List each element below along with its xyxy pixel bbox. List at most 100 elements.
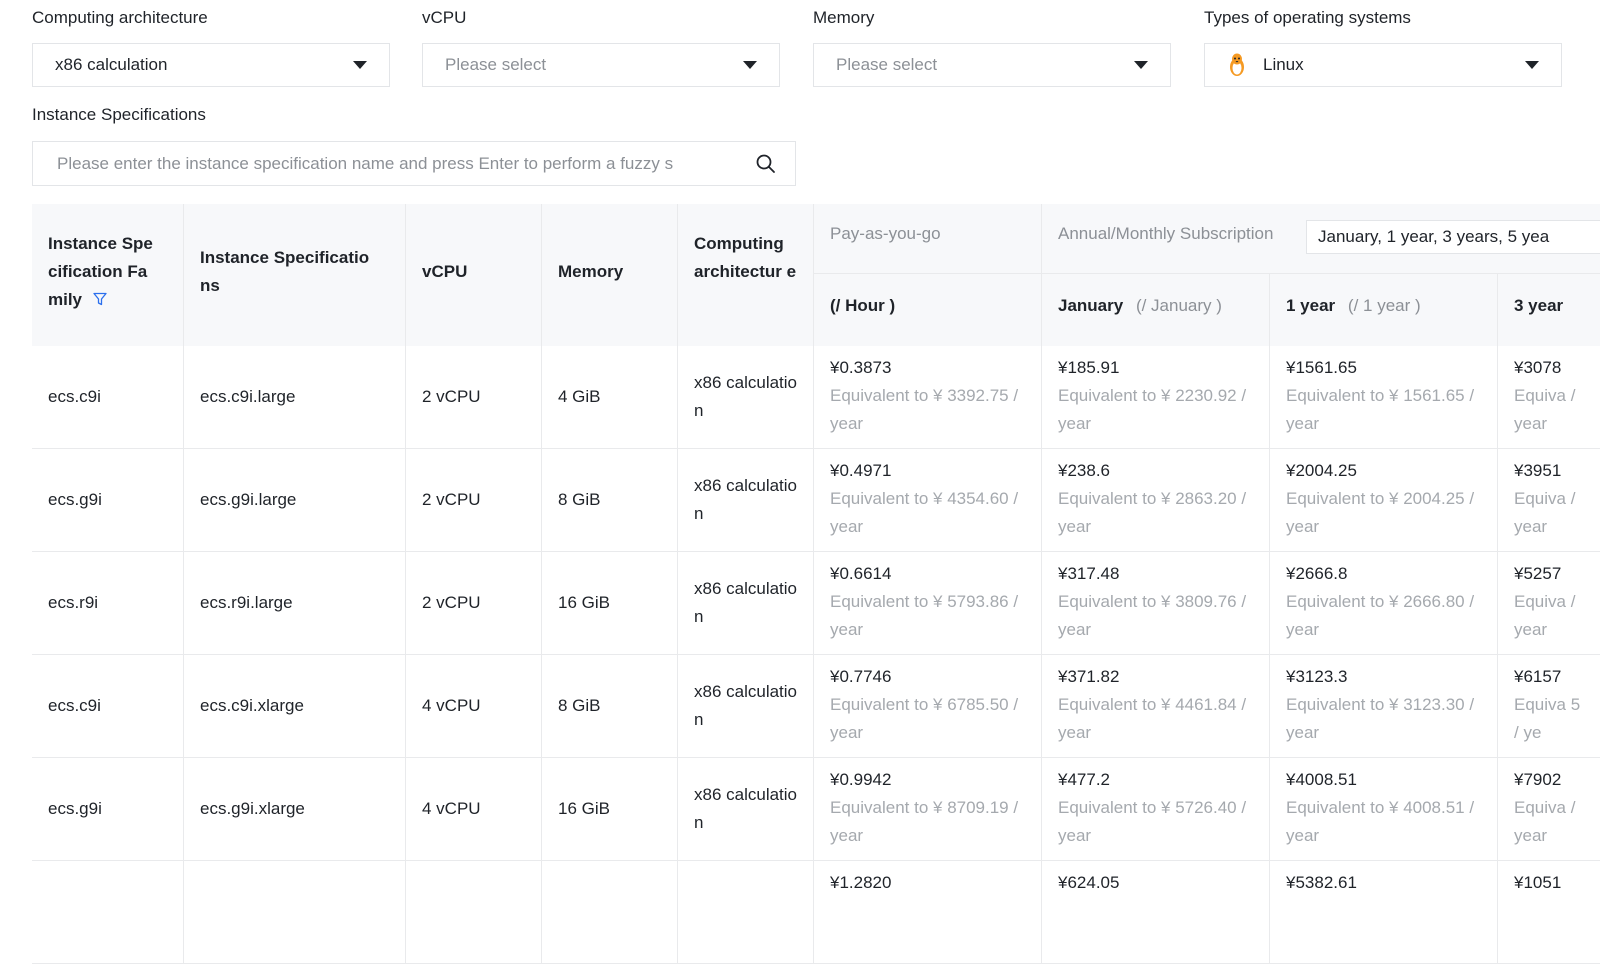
cell-spec: ecs.r9i.large xyxy=(184,552,406,654)
price-value: ¥238.6 xyxy=(1058,461,1110,480)
filter-icon[interactable] xyxy=(93,292,107,306)
vcpu-select[interactable]: Please select xyxy=(422,43,780,87)
cell-family xyxy=(32,861,184,963)
price-value: ¥3951 xyxy=(1514,461,1562,480)
cell-arch: x86 calculation xyxy=(678,655,814,757)
cell-vcpu: 2 vCPU xyxy=(406,346,542,448)
cell-vcpu: 4 vCPU xyxy=(406,655,542,757)
price-equivalent: Equivalent to ¥ 5726.40 / year xyxy=(1058,798,1247,845)
price-equivalent: Equivalent to ¥ 1561.65 / year xyxy=(1286,386,1475,433)
price-equivalent: Equivalent to ¥ 3392.75 / year xyxy=(830,386,1019,433)
cell-memory: 16 GiB xyxy=(542,552,678,654)
os-select[interactable]: Linux xyxy=(1204,43,1562,87)
arch-value: x86 calculation xyxy=(694,682,798,729)
table-row: ¥1.2820 ¥624.05 ¥5382.61 ¥1051 xyxy=(32,861,1600,964)
cell-memory: 8 GiB xyxy=(542,449,678,551)
header-cell-hour: (/ Hour ) xyxy=(814,274,1042,346)
arch-select[interactable]: x86 calculation xyxy=(32,43,390,87)
cell-memory: 8 GiB xyxy=(542,655,678,757)
memory-value: 8 GiB xyxy=(558,696,601,715)
cell-price-y3: ¥6157 Equiva 5 / ye xyxy=(1498,655,1600,757)
cell-memory: 16 GiB xyxy=(542,758,678,860)
price-equivalent: Equivalent to ¥ 2863.20 / year xyxy=(1058,489,1247,536)
caret-down-icon xyxy=(353,61,367,69)
header-jan-unit: (/ January ) xyxy=(1135,296,1222,315)
header-payg-text: Pay-as-you-go xyxy=(830,224,941,243)
price-value: ¥1051 xyxy=(1514,873,1562,892)
spec-value: ecs.r9i.large xyxy=(200,593,293,612)
memory-value: 16 GiB xyxy=(558,593,610,612)
price-value: ¥0.4971 xyxy=(830,461,892,480)
vcpu-value: 4 vCPU xyxy=(422,696,481,715)
price-value: ¥624.05 xyxy=(1058,873,1120,892)
header-cell-3year: 3 year xyxy=(1498,274,1600,346)
price-equivalent: Equivalent to ¥ 6785.50 / year xyxy=(830,695,1019,742)
cell-price-hour: ¥0.4971 Equivalent to ¥ 4354.60 / year xyxy=(814,449,1042,551)
price-value: ¥3078 xyxy=(1514,358,1562,377)
header-1year-text: 1 year xyxy=(1286,296,1336,315)
table-row: ecs.c9i ecs.c9i.large 2 vCPU 4 GiB x86 calcu… xyxy=(32,346,1600,449)
spec-value: ecs.g9i.xlarge xyxy=(200,799,305,818)
price-equivalent: Equivalent to ¥ 2666.80 / year xyxy=(1286,592,1475,639)
price-value: ¥7902 xyxy=(1514,770,1562,789)
price-equivalent: Equivalent to ¥ 4461.84 / year xyxy=(1058,695,1247,742)
price-value: ¥2004.25 xyxy=(1286,461,1357,480)
family-value: ecs.c9i xyxy=(48,696,101,715)
price-value: ¥4008.51 xyxy=(1286,770,1357,789)
cell-vcpu xyxy=(406,861,542,963)
arch-select-value: x86 calculation xyxy=(55,55,168,74)
family-value: ecs.g9i xyxy=(48,490,102,509)
price-equivalent: Equivalent to ¥ 8709.19 / year xyxy=(830,798,1019,845)
arch-value: x86 calculation xyxy=(694,785,798,832)
header-spec-text: Instance Specificatio ns xyxy=(200,248,370,295)
cell-price-y1: ¥5382.61 xyxy=(1270,861,1498,963)
cell-memory: 4 GiB xyxy=(542,346,678,448)
cell-price-y3: ¥7902 Equiva / year xyxy=(1498,758,1600,860)
cell-spec: ecs.c9i.xlarge xyxy=(184,655,406,757)
header-cell-memory: Memory xyxy=(542,204,678,346)
family-value: ecs.r9i xyxy=(48,593,99,612)
header-arch-text: Computing architectur e xyxy=(694,234,797,281)
price-value: ¥3123.3 xyxy=(1286,667,1348,686)
cell-price-hour: ¥1.2820 xyxy=(814,861,1042,963)
cell-vcpu: 2 vCPU xyxy=(406,449,542,551)
memory-select-placeholder: Please select xyxy=(836,55,938,74)
price-value: ¥0.6614 xyxy=(830,564,892,583)
header-jan-text: January xyxy=(1058,296,1124,315)
cell-price-jan: ¥371.82 Equivalent to ¥ 4461.84 / year xyxy=(1042,655,1270,757)
header-cell-january: January (/ January ) xyxy=(1042,274,1270,346)
header-subscription-text: Annual/Monthly Subscription xyxy=(1058,224,1274,243)
header-hour-text: (/ Hour ) xyxy=(830,296,896,315)
price-value: ¥2666.8 xyxy=(1286,564,1348,583)
memory-select[interactable]: Please select xyxy=(813,43,1171,87)
price-value: ¥6157 xyxy=(1514,667,1562,686)
price-equivalent: Equivalent to ¥ 5793.86 / year xyxy=(830,592,1019,639)
cell-price-hour: ¥0.3873 Equivalent to ¥ 3392.75 / year xyxy=(814,346,1042,448)
memory-value: 16 GiB xyxy=(558,799,610,818)
search-icon[interactable] xyxy=(755,153,777,175)
arch-value: x86 calculation xyxy=(694,373,798,420)
cell-vcpu: 2 vCPU xyxy=(406,552,542,654)
price-value: ¥317.48 xyxy=(1058,564,1120,583)
price-value: ¥0.7746 xyxy=(830,667,892,686)
price-value: ¥1.2820 xyxy=(830,873,892,892)
cell-price-y1: ¥2004.25 Equivalent to ¥ 2004.25 / year xyxy=(1270,449,1498,551)
arch-value: x86 calculation xyxy=(694,476,798,523)
cell-vcpu: 4 vCPU xyxy=(406,758,542,860)
cell-price-jan: ¥238.6 Equivalent to ¥ 2863.20 / year xyxy=(1042,449,1270,551)
price-value: ¥0.3873 xyxy=(830,358,892,377)
cell-spec: ecs.g9i.large xyxy=(184,449,406,551)
price-equivalent: Equiva / year xyxy=(1514,592,1576,639)
price-value: ¥477.2 xyxy=(1058,770,1110,789)
cell-price-hour: ¥0.9942 Equivalent to ¥ 8709.19 / year xyxy=(814,758,1042,860)
vcpu-filter-label: vCPU xyxy=(422,8,467,27)
spec-search-input[interactable] xyxy=(55,152,741,175)
memory-value: 4 GiB xyxy=(558,387,601,406)
cell-spec xyxy=(184,861,406,963)
price-value: ¥0.9942 xyxy=(830,770,892,789)
cell-memory xyxy=(542,861,678,963)
caret-down-icon xyxy=(1134,61,1148,69)
price-equivalent: Equivalent to ¥ 3123.30 / year xyxy=(1286,695,1475,742)
subscription-period-select[interactable]: January, 1 year, 3 years, 5 yea xyxy=(1306,220,1600,254)
arch-filter-label: Computing architecture xyxy=(32,8,208,27)
